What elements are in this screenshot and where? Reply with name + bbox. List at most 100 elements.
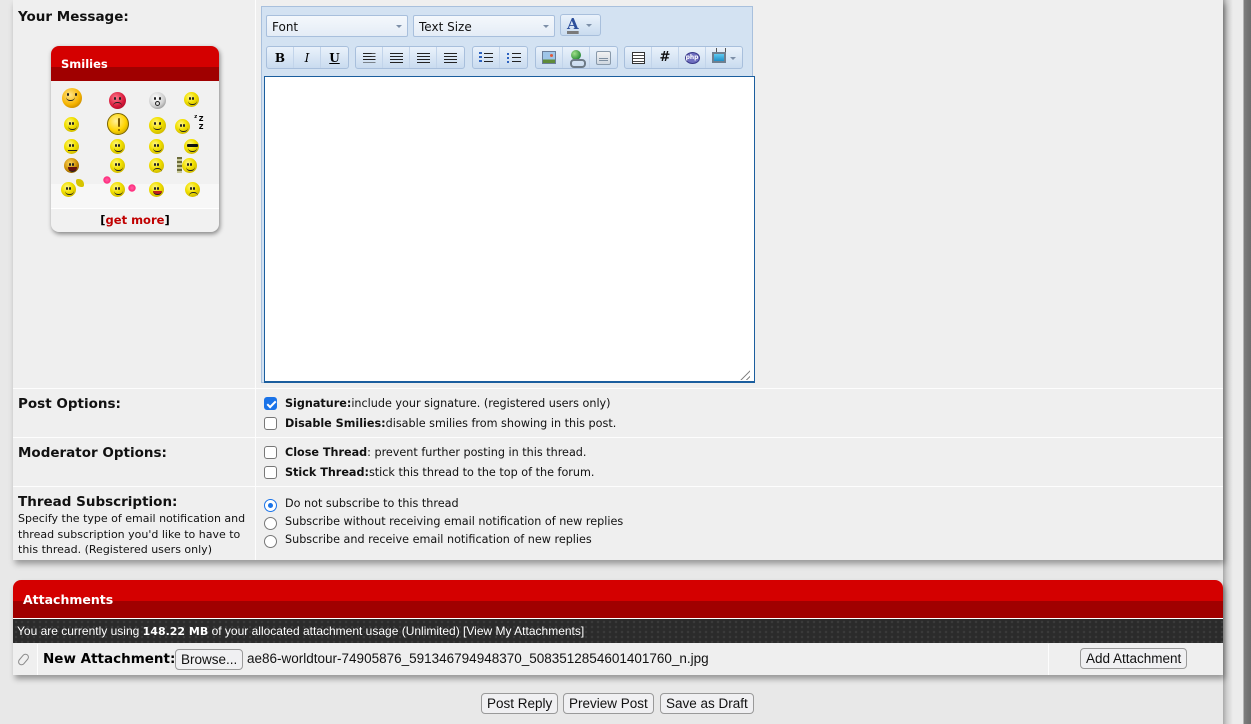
smilies-title: Smilies xyxy=(61,57,108,71)
php-button[interactable]: php xyxy=(679,47,706,68)
new-attachment-row: New Attachment: Browse... ae86-worldtour… xyxy=(13,644,1223,675)
paperclip-icon xyxy=(16,652,31,667)
message-textarea[interactable] xyxy=(264,76,755,383)
post-options-row: Post Options: Signature: include your si… xyxy=(13,388,1223,437)
bold-button[interactable]: B xyxy=(267,47,294,68)
smilie-angel-icon[interactable] xyxy=(62,88,82,108)
ordered-list-icon xyxy=(479,52,493,63)
justify-button[interactable] xyxy=(437,47,464,68)
smilie-bouncy-icon[interactable] xyxy=(149,182,164,197)
align-button-group xyxy=(355,46,465,69)
smilie-confused-eyes-icon[interactable] xyxy=(149,117,166,134)
subscription-option-no-email-label: Subscribe without receiving email notifi… xyxy=(285,515,624,528)
disable-smilies-option[interactable]: Disable Smilies: disable smilies from sh… xyxy=(264,417,616,430)
align-left-button[interactable] xyxy=(356,47,383,68)
smilie-neutral-icon[interactable] xyxy=(64,139,79,154)
message-label-cell: Your Message: Smilies ᶻz z [get more] xyxy=(13,0,256,388)
smilies-footer: [get more] xyxy=(51,208,219,232)
align-center-icon xyxy=(389,52,403,63)
stick-thread-checkbox[interactable] xyxy=(264,466,277,479)
wave-hand-icon xyxy=(76,179,84,187)
insert-email-button[interactable] xyxy=(590,47,617,68)
post-reply-button[interactable]: Post Reply xyxy=(481,693,559,714)
browse-button[interactable]: Browse... xyxy=(175,649,244,670)
signature-checkbox[interactable] xyxy=(264,397,277,410)
php-icon: php xyxy=(684,51,700,64)
align-center-button[interactable] xyxy=(383,47,410,68)
reply-form-panel: Your Message: Smilies ᶻz z [get more] Fo… xyxy=(13,0,1223,560)
smilie-cheerleader-icon[interactable] xyxy=(110,182,125,197)
stick-thread-option[interactable]: Stick Thread: stick this thread to the t… xyxy=(264,466,594,479)
chevron-down-icon xyxy=(543,25,549,28)
smilie-smile2-icon[interactable] xyxy=(110,139,125,154)
smilie-cry-icon[interactable] xyxy=(185,182,200,197)
thread-subscription-label: Thread Subscription: xyxy=(18,494,178,510)
subscription-radio-no-email[interactable] xyxy=(264,517,277,530)
subscription-option-none[interactable]: Do not subscribe to this thread xyxy=(264,497,459,512)
add-attachment-cell: Add Attachment xyxy=(1048,644,1223,675)
quote-button[interactable] xyxy=(625,47,652,68)
font-select[interactable]: Font xyxy=(266,15,408,37)
link-icon xyxy=(569,50,586,68)
smilie-frown-icon[interactable] xyxy=(149,158,164,173)
smilie-mad-icon[interactable] xyxy=(109,92,126,109)
media-button[interactable] xyxy=(706,47,742,68)
image-icon xyxy=(542,51,556,64)
smilie-wave-icon[interactable] xyxy=(61,182,76,197)
italic-button[interactable]: I xyxy=(294,47,321,68)
smilie-exclamation-icon[interactable] xyxy=(107,113,129,135)
smilie-biggrin-icon[interactable] xyxy=(64,117,79,132)
quote-icon xyxy=(631,51,645,64)
usage-amount: 148.22 MB xyxy=(142,625,209,638)
smilie-tongue-icon[interactable] xyxy=(110,158,125,173)
bracket-close: ] xyxy=(164,213,170,227)
underline-button[interactable]: U xyxy=(321,47,348,68)
align-right-button[interactable] xyxy=(410,47,437,68)
align-left-icon xyxy=(362,52,376,63)
page: Your Message: Smilies ᶻz z [get more] Fo… xyxy=(0,0,1251,724)
insert-button-group xyxy=(535,46,618,69)
hash-icon: # xyxy=(659,50,671,65)
tv-icon xyxy=(712,52,726,63)
close-thread-checkbox[interactable] xyxy=(264,446,277,459)
disable-smilies-checkbox[interactable] xyxy=(264,417,277,430)
list-button-group xyxy=(472,46,528,69)
subscription-option-no-email[interactable]: Subscribe without receiving email notifi… xyxy=(264,515,624,530)
message-editor: Font Text Size A B I U # php xyxy=(261,6,755,383)
email-icon xyxy=(596,50,611,65)
smilie-film-wink-icon[interactable] xyxy=(182,158,197,173)
close-thread-option[interactable]: Close Thread: prevent further posting in… xyxy=(264,446,586,459)
scrollbar[interactable] xyxy=(1223,0,1251,724)
smilie-cool-icon[interactable] xyxy=(184,139,199,154)
close-thread-option-title: Close Thread xyxy=(285,446,368,459)
ordered-list-button[interactable] xyxy=(473,47,500,68)
get-more-smilies-link[interactable]: get more xyxy=(106,213,165,227)
post-options-label: Post Options: xyxy=(18,396,121,412)
subscription-radio-email[interactable] xyxy=(264,535,277,548)
unordered-list-icon xyxy=(506,52,521,63)
smilie-sleep-icon[interactable] xyxy=(175,119,190,134)
add-attachment-button[interactable]: Add Attachment xyxy=(1080,648,1188,669)
code-button[interactable]: # xyxy=(652,47,679,68)
smilie-smile-icon[interactable] xyxy=(184,92,199,107)
unordered-list-button[interactable] xyxy=(500,47,527,68)
pompom-left-icon xyxy=(103,176,111,184)
smilie-eek-icon[interactable] xyxy=(149,92,166,109)
subscription-option-email[interactable]: Subscribe and receive email notification… xyxy=(264,533,592,548)
text-color-button[interactable]: A xyxy=(560,14,601,36)
smilie-laugh-icon[interactable] xyxy=(64,158,79,173)
thread-subscription-label-cell: Thread Subscription: Specify the type of… xyxy=(13,487,256,560)
chevron-down-icon xyxy=(396,25,402,28)
insert-link-button[interactable] xyxy=(563,47,590,68)
save-draft-button[interactable]: Save as Draft xyxy=(660,693,754,714)
message-row: Your Message: Smilies ᶻz z [get more] Fo… xyxy=(13,0,1223,388)
insert-image-button[interactable] xyxy=(536,47,563,68)
sleep-zzz-icon: ᶻz z xyxy=(193,114,204,132)
smilie-wink-icon[interactable] xyxy=(149,139,164,154)
usage-suffix-with-link[interactable]: of your allocated attachment usage (Unli… xyxy=(208,624,585,638)
subscription-radio-none[interactable] xyxy=(264,499,277,512)
text-size-select[interactable]: Text Size xyxy=(413,15,555,37)
chevron-down-icon xyxy=(586,24,592,27)
preview-post-button[interactable]: Preview Post xyxy=(563,693,654,714)
signature-option[interactable]: Signature: include your signature. (regi… xyxy=(264,397,611,410)
